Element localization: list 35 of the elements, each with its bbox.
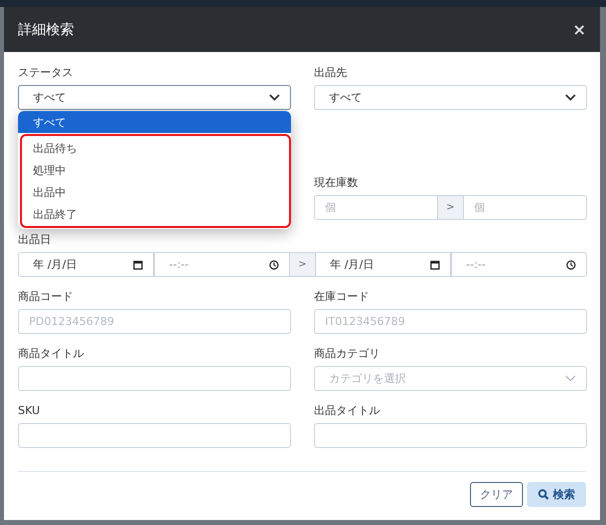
status-select[interactable]: すべて [18,85,291,110]
clock-icon [269,260,279,270]
dropdown-option[interactable]: 出品終了 [22,203,289,225]
field-label: 在庫コード [314,290,370,304]
field-label: 商品コード [18,290,74,304]
clock-icon [566,260,576,270]
calendar-icon [430,260,440,270]
field-label: 出品タイトル [314,404,381,418]
dropdown-option[interactable]: すべて [18,111,291,133]
clear-button[interactable]: クリア [470,482,523,507]
chevron-down-icon [269,94,280,101]
dropdown-option[interactable]: 処理中 [22,159,289,181]
field-label: ステータス [18,66,74,80]
field-label: 出品日 [18,233,52,247]
range-separator: > [290,252,315,277]
input-field[interactable]: PD0123456789 [18,309,291,334]
chevron-down-icon [565,94,576,101]
range-separator: > [438,195,463,220]
destination-select[interactable]: すべて [314,85,587,110]
field-label: 商品タイトル [18,347,85,361]
input-field[interactable]: IT0123456789 [314,309,587,334]
date-field[interactable]: 年 /月/日 [315,252,451,277]
dropdown-option[interactable]: 出品中 [22,181,289,203]
field-label: 現在庫数 [314,176,359,190]
close-button[interactable]: × [572,20,586,39]
dropdown-option[interactable]: 出品待ち [22,137,289,159]
field-label: 出品先 [314,66,348,80]
field-label: 商品カテゴリ [314,347,381,361]
date-field[interactable]: 年 /月/日 [18,252,154,277]
calendar-icon [133,260,143,270]
field-label: SKU [18,404,41,418]
search-button[interactable]: 検索 [527,482,586,507]
search-icon [538,489,549,500]
dialog-title: 詳細検索 [18,20,74,38]
chevron-down-icon [565,375,576,382]
